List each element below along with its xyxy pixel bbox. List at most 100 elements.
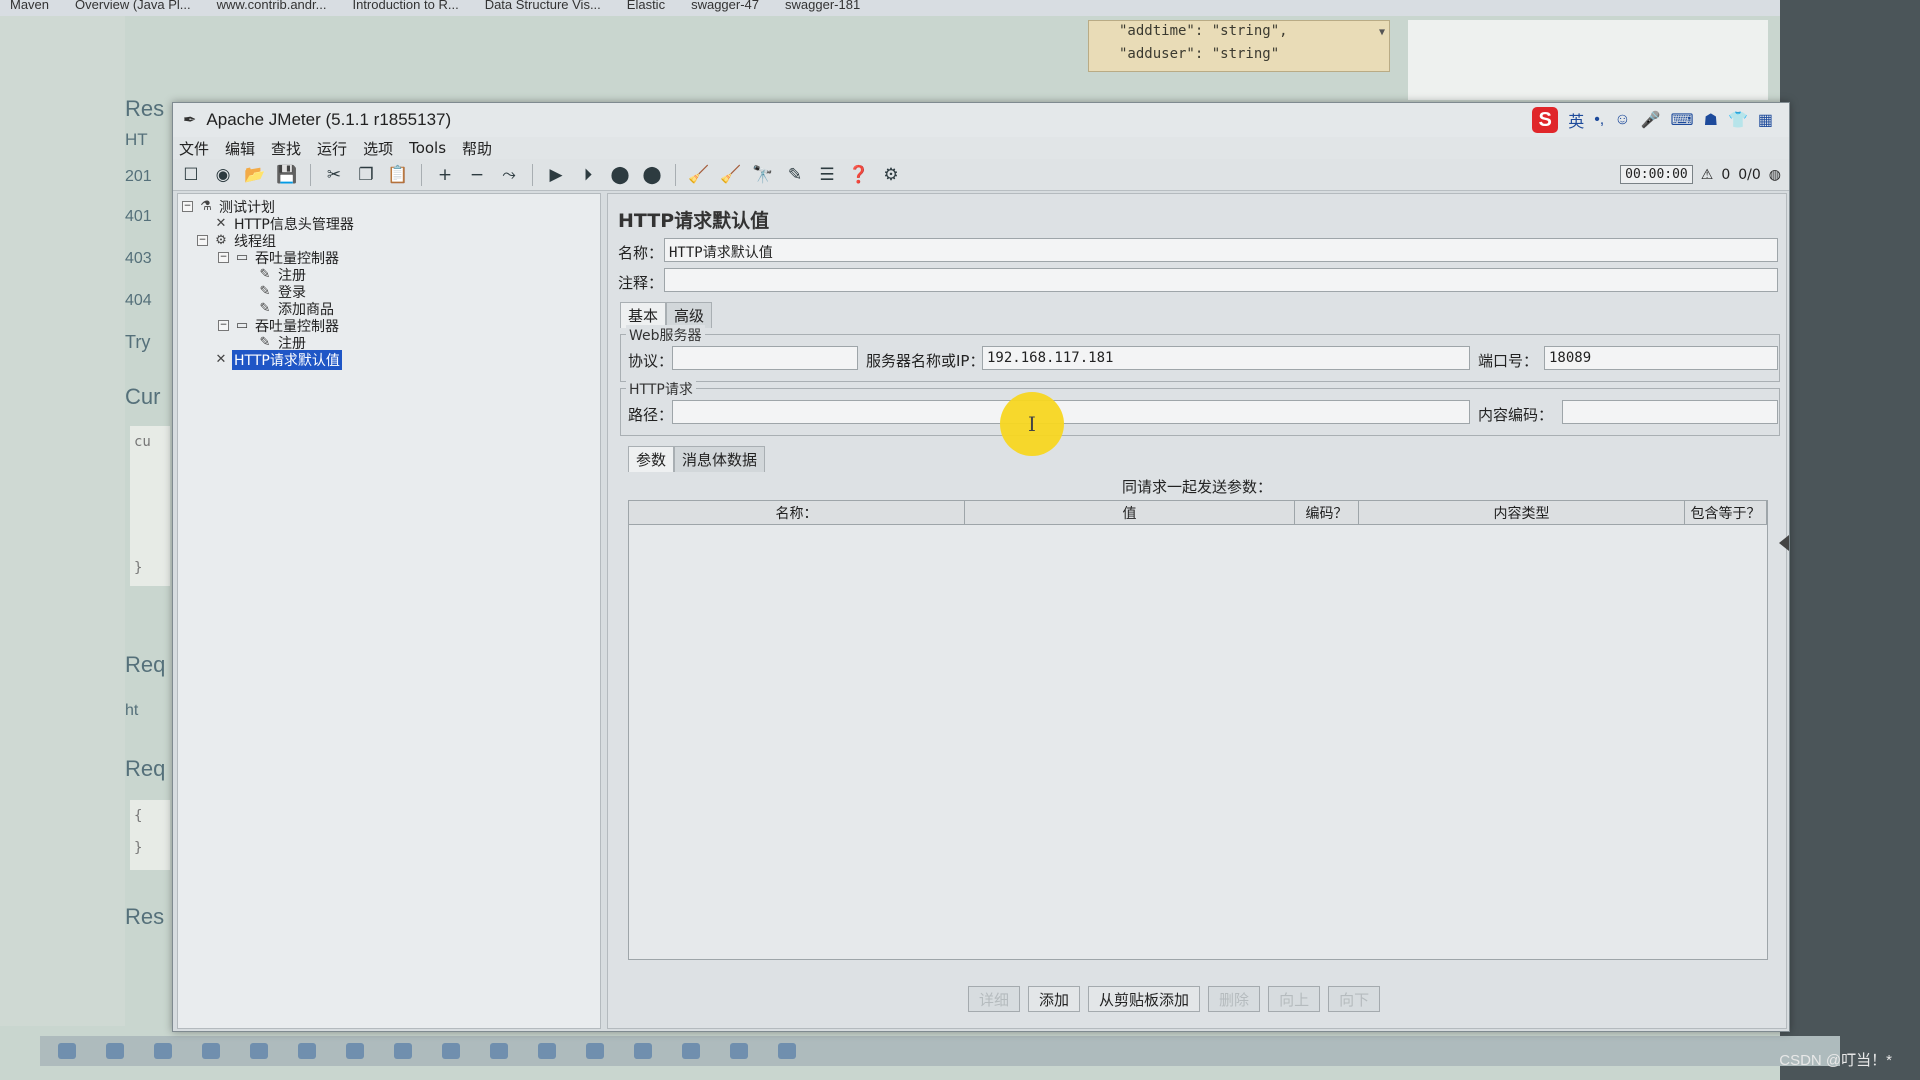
server-field[interactable]: 192.168.117.181 [982,346,1470,370]
copy-icon[interactable]: ❐ [354,163,378,187]
tree-node-selected[interactable]: ✕ HTTP请求默认值 [178,349,600,370]
collapse-icon[interactable]: − [218,252,229,263]
name-field[interactable]: HTTP请求默认值 [664,238,1778,262]
add-button[interactable]: 添加 [1028,986,1081,1012]
help-icon[interactable]: ❓ [847,163,871,187]
cut-icon[interactable]: ✂ [322,163,346,187]
menu-edit[interactable]: 编辑 [225,138,255,159]
menu-run[interactable]: 运行 [317,138,347,159]
bookmark[interactable]: Introduction to R... [352,0,458,16]
emoji-icon[interactable]: ☺ [1614,111,1630,129]
taskbar-icon[interactable] [682,1043,700,1059]
tree-node[interactable]: ✎ 添加商品 [178,300,600,318]
comment-field[interactable] [664,268,1778,292]
detail-button[interactable]: 详细 [968,986,1021,1012]
templates-icon[interactable]: ◉ [211,163,235,187]
taskbar-icon[interactable] [538,1043,556,1059]
menu-search[interactable]: 查找 [271,138,301,159]
encoding-field[interactable] [1562,400,1778,424]
path-field[interactable] [672,400,1470,424]
status-globe-icon[interactable]: ◍ [1769,167,1781,183]
collapse-icon[interactable]: − [218,320,229,331]
reset-search-icon[interactable]: ✎ [783,163,807,187]
scroll-down-icon[interactable]: ▼ [1379,27,1385,38]
expand-icon[interactable]: + [433,163,457,187]
tab-parameters[interactable]: 参数 [628,446,675,472]
protocol-field[interactable] [672,346,858,370]
taskbar-icon[interactable] [106,1043,124,1059]
taskbar-icon[interactable] [298,1043,316,1059]
menu-help[interactable]: 帮助 [462,138,492,159]
clear-icon[interactable]: 🧹 [687,163,711,187]
sogou-logo-icon[interactable]: S [1532,107,1559,133]
tab-body-data[interactable]: 消息体数据 [674,446,766,472]
add-from-clipboard-button[interactable]: 从剪贴板添加 [1088,986,1201,1012]
bookmark[interactable]: Data Structure Vis... [485,0,601,16]
column-name[interactable]: 名称： [629,501,965,524]
start-no-pauses-icon[interactable]: ⏵ [576,163,600,187]
tree-node[interactable]: − ⚙ 线程组 [178,232,600,250]
taskbar-icon[interactable] [58,1043,76,1059]
taskbar-icon[interactable] [778,1043,796,1059]
tree-node[interactable]: − ⚗ 测试计划 [178,198,600,216]
menu-options[interactable]: 选项 [363,138,393,159]
collapse-icon[interactable]: − [465,163,489,187]
delete-button[interactable]: 删除 [1208,986,1261,1012]
grid-icon[interactable]: ▦ [1758,110,1773,130]
open-icon[interactable]: 📂 [243,163,267,187]
taskbar-icon[interactable] [394,1043,412,1059]
tree-node[interactable]: ✎ 注册 [178,334,600,352]
microphone-icon[interactable]: 🎤 [1641,110,1661,130]
shirt-icon[interactable]: 👕 [1728,110,1748,130]
port-field[interactable]: 18089 [1544,346,1778,370]
column-value[interactable]: 值 [965,501,1295,524]
punctuation-icon[interactable]: •, [1594,111,1604,129]
taskbar-icon[interactable] [442,1043,460,1059]
move-down-button[interactable]: 向下 [1328,986,1381,1012]
tree-node[interactable]: − ▭ 吞吐量控制器 [178,317,600,335]
column-encode[interactable]: 编码？ [1295,501,1359,524]
collapse-icon[interactable]: − [197,235,208,246]
save-icon[interactable]: 💾 [275,163,299,187]
tree-node[interactable]: ✎ 登录 [178,283,600,301]
tree-node[interactable]: − ▭ 吞吐量控制器 [178,249,600,267]
toggle-icon[interactable]: ⤳ [497,163,521,187]
taskbar-icon[interactable] [634,1043,652,1059]
taskbar-icon[interactable] [490,1043,508,1059]
bookmark[interactable]: Elastic [627,0,665,16]
keyboard-icon[interactable]: ⌨ [1671,110,1694,130]
bookmark[interactable]: www.contrib.andr... [217,0,327,16]
taskbar-icon[interactable] [730,1043,748,1059]
collapse-icon[interactable]: − [182,201,193,212]
taskbar-icon[interactable] [154,1043,172,1059]
bookmark[interactable]: swagger-181 [785,0,860,16]
side-text[interactable]: Try [125,332,150,353]
params-table[interactable]: 名称： 值 编码？ 内容类型 包含等于？ [628,500,1768,960]
move-up-button[interactable]: 向上 [1268,986,1321,1012]
tree-node[interactable]: ✕ HTTP信息头管理器 [178,215,600,233]
bookmark[interactable]: swagger-47 [691,0,759,16]
stop-icon[interactable]: ⬤ [608,163,632,187]
taskbar-icon[interactable] [586,1043,604,1059]
tree-node[interactable]: ✎ 注册 [178,266,600,284]
remote-icon[interactable]: ⚙ [879,163,903,187]
new-icon[interactable]: ☐ [179,163,203,187]
bookmark[interactable]: Maven [10,0,49,16]
paste-icon[interactable]: 📋 [386,163,410,187]
title-bar[interactable]: ✒ Apache JMeter (5.1.1 r1855137) S 英 •, … [173,103,1789,137]
start-icon[interactable]: ▶ [544,163,568,187]
shutdown-icon[interactable]: ⬤ [640,163,664,187]
taskbar-icon[interactable] [346,1043,364,1059]
collapse-arrow-icon[interactable] [1779,535,1789,551]
menu-file[interactable]: 文件 [179,138,209,159]
column-include-equals[interactable]: 包含等于？ [1685,501,1767,524]
user-icon[interactable]: ☗ [1704,110,1718,130]
clear-all-icon[interactable]: 🧹 [719,163,743,187]
taskbar-icon[interactable] [250,1043,268,1059]
warning-icon[interactable]: ⚠ [1701,167,1714,183]
bookmark[interactable]: Overview (Java Pl... [75,0,191,16]
function-helper-icon[interactable]: ☰ [815,163,839,187]
column-content-type[interactable]: 内容类型 [1359,501,1685,524]
search-icon[interactable]: 🔭 [751,163,775,187]
taskbar-icon[interactable] [202,1043,220,1059]
